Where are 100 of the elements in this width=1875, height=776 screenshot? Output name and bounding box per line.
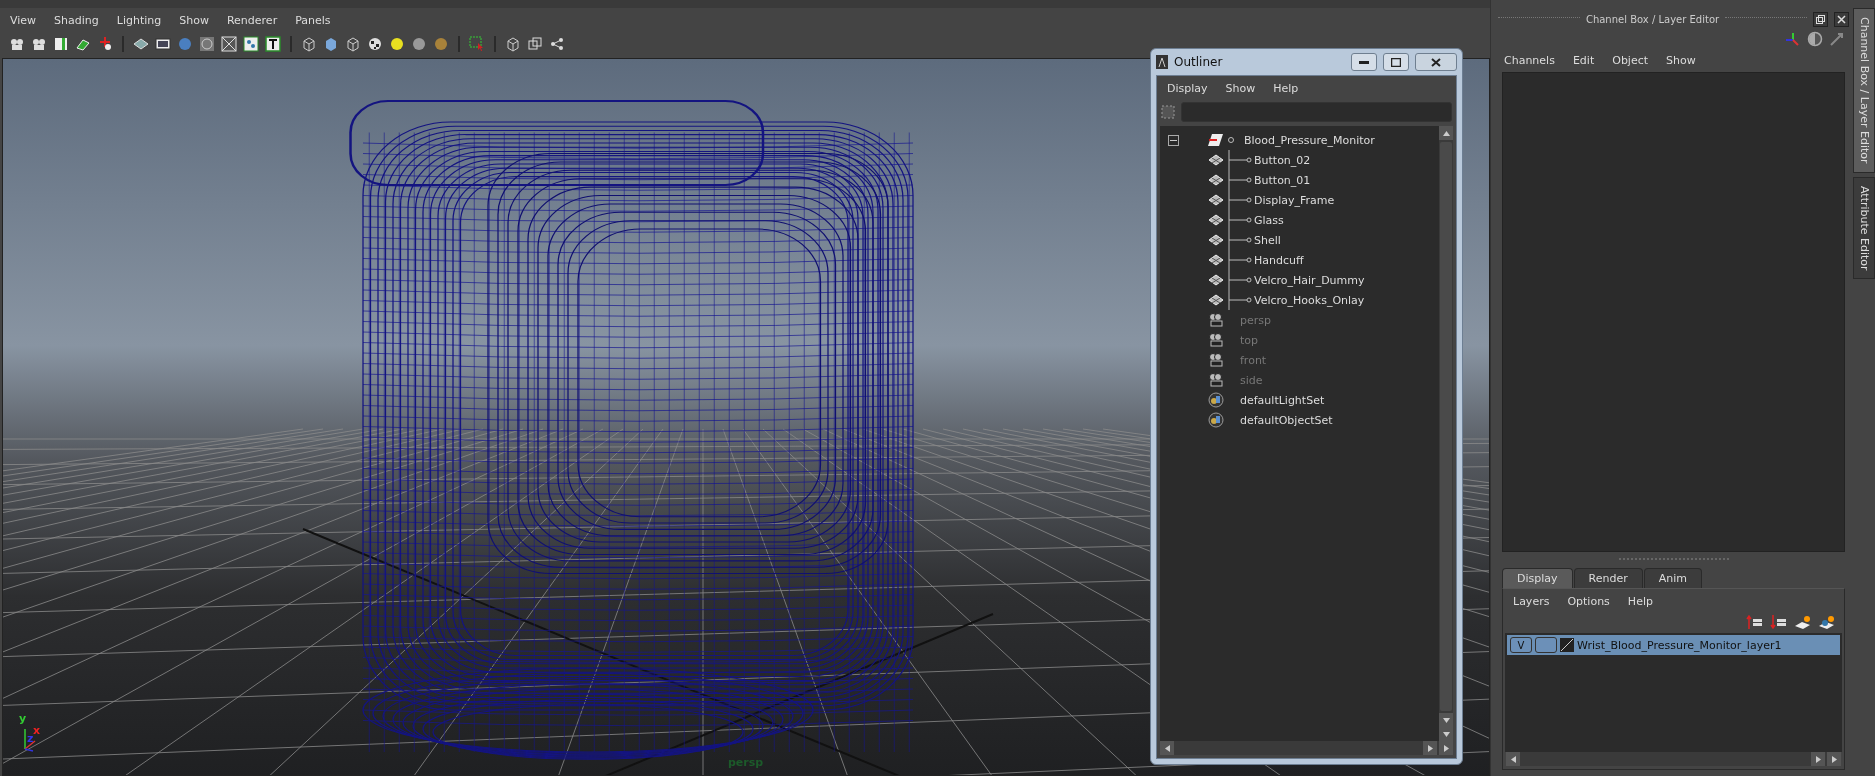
scroll-arrow-button[interactable]: [1811, 752, 1825, 766]
layer-color-swatch[interactable]: [1560, 638, 1574, 652]
outliner-item-label: Button_01: [1254, 173, 1311, 187]
mesh-icon: [1208, 294, 1224, 306]
nodes-icon[interactable]: [242, 35, 260, 53]
side-tab[interactable]: Channel Box / Layer Editor: [1853, 8, 1875, 173]
axis-label: y: [19, 712, 27, 725]
cube-icon[interactable]: [504, 35, 522, 53]
camera-icon: [1208, 373, 1224, 387]
layers-up-icon[interactable]: [1746, 614, 1764, 630]
outliner-item[interactable]: defaultLightSet: [1160, 390, 1439, 410]
pivot-icon: [1227, 136, 1235, 144]
horizontal-scrollbar[interactable]: [1160, 741, 1453, 755]
tree-connector: [1228, 270, 1252, 290]
overlap-icon[interactable]: [526, 35, 544, 53]
wire-cube-icon[interactable]: [300, 35, 318, 53]
outliner-item-label: Handcuff: [1254, 253, 1304, 267]
vertical-scrollbar[interactable]: [1439, 126, 1453, 741]
material-sphere-icon[interactable]: [432, 35, 450, 53]
share-icon[interactable]: [548, 35, 566, 53]
menu-item[interactable]: Options: [1567, 594, 1610, 608]
outliner-item[interactable]: Button_01: [1160, 170, 1439, 190]
menu-item[interactable]: Help: [1273, 81, 1299, 95]
outliner-item[interactable]: Blood_Pressure_Monitor: [1160, 130, 1439, 150]
visibility-toggle[interactable]: V: [1510, 637, 1532, 653]
mesh-icon: [1208, 254, 1224, 266]
left-arrow-icon: [1163, 744, 1171, 752]
horizontal-scrollbar[interactable]: [1506, 752, 1841, 766]
scroll-arrow-button[interactable]: [1439, 741, 1453, 755]
circle-icon[interactable]: [198, 35, 216, 53]
menu-item[interactable]: Shading: [54, 13, 99, 27]
tree-connector: [1228, 190, 1252, 210]
axes-icon[interactable]: [1785, 31, 1801, 47]
camera-icon: [1208, 353, 1224, 367]
panel-title: Channel Box / Layer Editor: [1585, 13, 1720, 25]
close-button[interactable]: [1415, 53, 1457, 71]
outliner-item-label: Shell: [1254, 233, 1281, 247]
mesh-icon: [1208, 154, 1224, 166]
up-arrow-icon: [1442, 129, 1450, 137]
menu-item[interactable]: Layers: [1513, 594, 1550, 608]
search-field[interactable]: [1181, 102, 1452, 122]
menu-item[interactable]: Channels: [1504, 53, 1555, 67]
outliner-item[interactable]: Button_02: [1160, 150, 1439, 170]
checker-icon[interactable]: [366, 35, 384, 53]
tree-connector: [1228, 230, 1252, 250]
menu-item[interactable]: Help: [1627, 594, 1653, 608]
menu-item[interactable]: Renderer: [226, 13, 278, 27]
outliner-item[interactable]: Handcuff: [1160, 250, 1439, 270]
menu-item[interactable]: Show: [179, 13, 209, 27]
layer-row[interactable]: V Wrist_Blood_Pressure_Monitor_layer1: [1507, 635, 1840, 655]
window-title: Outliner: [1174, 55, 1224, 69]
tab[interactable]: Display: [1502, 568, 1573, 588]
outliner-item[interactable]: Velcro_Hooks_Onlay: [1160, 290, 1439, 310]
template-toggle[interactable]: [1535, 637, 1557, 653]
half-circle-icon[interactable]: [1807, 31, 1823, 47]
text-icon[interactable]: [264, 35, 282, 53]
float-button[interactable]: [1813, 11, 1828, 27]
scroll-arrow-button[interactable]: [1439, 126, 1453, 140]
outliner-item-label: Display_Frame: [1254, 193, 1335, 207]
layers-down-icon[interactable]: [1770, 614, 1788, 630]
new-layer-selected-icon[interactable]: [1818, 614, 1836, 630]
shaded-sphere-icon[interactable]: [410, 35, 428, 53]
outliner-item[interactable]: defaultObjectSet: [1160, 410, 1439, 430]
minimize-button[interactable]: [1351, 53, 1377, 71]
axis-label: z: [27, 732, 34, 745]
mesh-icon: [1208, 194, 1224, 206]
tree-connector: [1228, 150, 1252, 170]
menu-item[interactable]: View: [10, 13, 37, 27]
collapse-toggle[interactable]: [1168, 134, 1179, 146]
scroll-arrow-button[interactable]: [1439, 713, 1453, 727]
close-button[interactable]: [1834, 11, 1849, 27]
scroll-arrow-button[interactable]: [1506, 752, 1520, 766]
outliner-item-label: Button_02: [1254, 153, 1311, 167]
outliner-item-label: front: [1240, 353, 1267, 367]
menu-item[interactable]: Panels: [295, 13, 331, 27]
menu-item[interactable]: Object: [1612, 53, 1649, 67]
book-icon[interactable]: [52, 35, 70, 53]
new-layer-icon[interactable]: [1794, 614, 1812, 630]
scroll-arrow-button[interactable]: [1827, 752, 1841, 766]
scroll-arrow-button[interactable]: [1423, 741, 1437, 755]
outliner-item[interactable]: Velcro_Hair_Dummy: [1160, 270, 1439, 290]
menu-item[interactable]: Display: [1167, 81, 1208, 95]
menu-item[interactable]: Show: [1225, 81, 1256, 95]
light-icon[interactable]: [388, 35, 406, 53]
tab[interactable]: Render: [1573, 568, 1643, 588]
cube-outline-icon[interactable]: [344, 35, 362, 53]
scroll-arrow-button[interactable]: [1160, 741, 1174, 755]
outliner-item[interactable]: Shell: [1160, 230, 1439, 250]
set-icon: [1208, 392, 1224, 408]
layer-name: Wrist_Blood_Pressure_Monitor_layer1: [1577, 638, 1782, 652]
film-icon[interactable]: [154, 35, 172, 53]
wire-icon[interactable]: [220, 35, 238, 53]
tab[interactable]: Anim: [1643, 568, 1702, 588]
menu-item[interactable]: Lighting: [116, 13, 162, 27]
side-tab[interactable]: Attribute Editor: [1853, 176, 1875, 280]
maximize-button[interactable]: [1383, 53, 1409, 71]
menu-item[interactable]: Show: [1666, 53, 1696, 67]
outliner-item[interactable]: Glass: [1160, 210, 1439, 230]
menu-item[interactable]: Edit: [1572, 53, 1595, 67]
outliner-item[interactable]: Display_Frame: [1160, 190, 1439, 210]
